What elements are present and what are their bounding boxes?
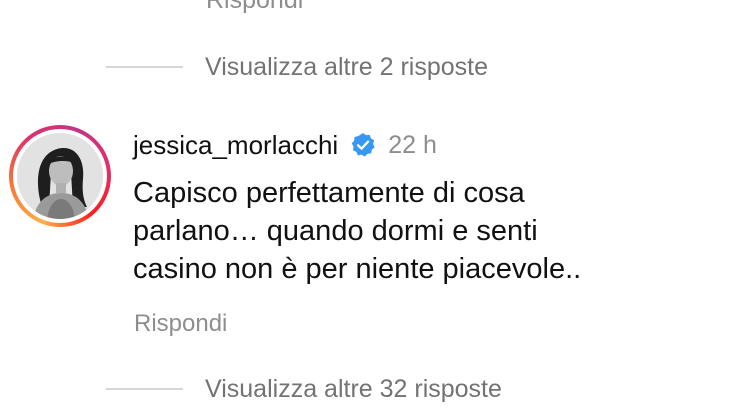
view-more-replies-label: Visualizza altre 32 risposte (205, 375, 502, 403)
thread-line (106, 388, 183, 390)
view-more-replies-2[interactable]: Visualizza altre 2 risposte (106, 53, 488, 81)
comment-header: jessica_morlacchi 22 h (133, 129, 437, 161)
username-link[interactable]: jessica_morlacchi (133, 129, 338, 161)
reply-button-previous[interactable]: Rispondi (206, 0, 303, 14)
comment-text-line: parlano… quando dormi e senti (133, 215, 538, 247)
comment-text-line: casino non è per niente piacevole.. (133, 253, 582, 285)
comment-text-line: Capisco perfettamente di cosa (133, 177, 525, 209)
comment-timestamp: 22 h (388, 131, 437, 159)
comment-text: Capisco perfettamente di cosa parlano… q… (133, 174, 723, 288)
avatar[interactable] (17, 133, 103, 219)
view-more-replies-32[interactable]: Visualizza altre 32 risposte (106, 375, 502, 403)
reply-button[interactable]: Rispondi (134, 309, 227, 339)
thread-line (106, 66, 183, 68)
profile-photo-icon (17, 133, 103, 219)
view-more-replies-label: Visualizza altre 2 risposte (205, 53, 489, 81)
avatar-story-ring[interactable] (9, 125, 111, 227)
verified-badge-icon (351, 132, 375, 157)
avatar-ring-gap (13, 129, 107, 223)
